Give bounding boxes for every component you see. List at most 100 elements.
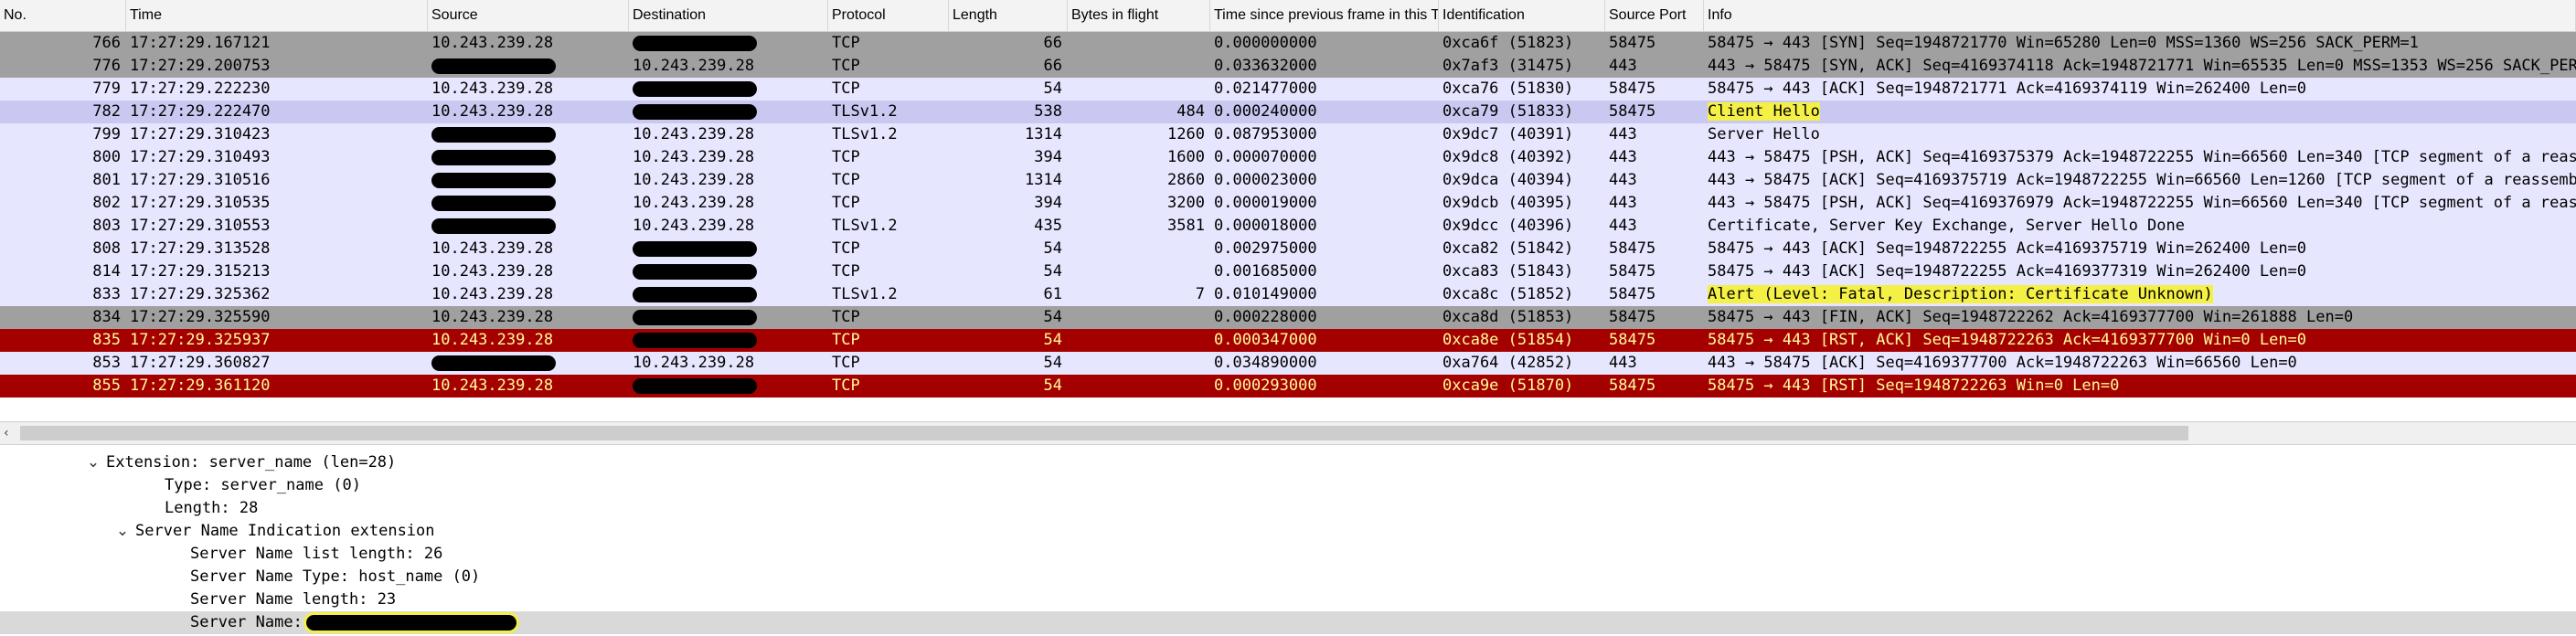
column-header-3[interactable]: Destination xyxy=(629,0,828,31)
column-header-4[interactable]: Protocol xyxy=(828,0,949,31)
cell-info: 58475 → 443 [RST, ACK] Seq=1948722263 Ac… xyxy=(1704,329,2576,352)
cell-len-text: 66 xyxy=(1043,57,1062,75)
cell-time-text: 17:27:29.310493 xyxy=(130,148,271,166)
column-header-1[interactable]: Time xyxy=(126,0,428,31)
detail-row[interactable]: ⌄ Server Name Indication extension xyxy=(0,520,2576,543)
chevron-down-icon[interactable]: ⌄ xyxy=(84,451,102,474)
cell-dst xyxy=(629,283,828,306)
cell-info: 443 → 58475 [PSH, ACK] Seq=4169375379 Ac… xyxy=(1704,146,2576,169)
redacted-address xyxy=(633,377,757,394)
cell-no: 833 xyxy=(0,283,126,306)
cell-tsp-text: 0.087953000 xyxy=(1214,125,1317,143)
cell-proto-text: TLSv1.2 xyxy=(832,102,898,121)
cell-info-text: 443 → 58475 [PSH, ACK] Seq=4169376979 Ac… xyxy=(1708,194,2576,212)
detail-row[interactable]: Type: server_name (0) xyxy=(0,474,2576,497)
packet-row[interactable]: 802 17:27:29.310535 10.243.239.28 TCP 394 320… xyxy=(0,192,2576,215)
packet-row[interactable]: 835 17:27:29.325937 10.243.239.28 TCP 54 0.00… xyxy=(0,329,2576,352)
cell-info-text: Alert (Level: Fatal, Description: Certif… xyxy=(1708,285,2213,303)
cell-proto-text: TLSv1.2 xyxy=(832,217,898,235)
cell-proto: TCP xyxy=(828,146,949,169)
cell-sport-text: 58475 xyxy=(1609,102,1656,121)
cell-proto: TLSv1.2 xyxy=(828,283,949,306)
packet-row[interactable]: 803 17:27:29.310553 10.243.239.28 TLSv1.2 43… xyxy=(0,215,2576,238)
cell-tsp-text: 0.000023000 xyxy=(1214,171,1317,189)
packet-row[interactable]: 833 17:27:29.325362 10.243.239.28 TLSv1.2 61… xyxy=(0,283,2576,306)
cell-bif: 484 xyxy=(1068,101,1210,123)
packet-row[interactable]: 814 17:27:29.315213 10.243.239.28 TCP 54 0.00… xyxy=(0,260,2576,283)
cell-len-text: 394 xyxy=(1034,148,1062,166)
cell-len-text: 61 xyxy=(1043,285,1062,303)
detail-row[interactable]: Server Name Type: host_name (0) xyxy=(0,566,2576,588)
column-header-10[interactable]: Info xyxy=(1704,0,2576,31)
cell-src: 10.243.239.28 xyxy=(428,238,629,260)
detail-row[interactable]: ⌄ Extension: server_name (len=28) xyxy=(0,451,2576,474)
cell-len: 54 xyxy=(949,352,1068,375)
packet-row[interactable]: 834 17:27:29.325590 10.243.239.28 TCP 54 0.00… xyxy=(0,306,2576,329)
packet-row[interactable]: 801 17:27:29.310516 10.243.239.28 TCP 1314 28… xyxy=(0,169,2576,192)
column-header-2[interactable]: Source xyxy=(428,0,629,31)
cell-tsp-text: 0.001685000 xyxy=(1214,262,1317,281)
cell-proto-text: TCP xyxy=(832,331,860,349)
cell-proto: TCP xyxy=(828,192,949,215)
cell-src: 10.243.239.28 xyxy=(428,32,629,55)
column-header-5[interactable]: Length xyxy=(949,0,1068,31)
cell-bif-text: 3581 xyxy=(1167,217,1205,235)
packet-row[interactable]: 776 17:27:29.200753 10.243.239.28 TCP 66 0.03… xyxy=(0,55,2576,78)
cell-tsp-text: 0.000240000 xyxy=(1214,102,1317,121)
redacted-address xyxy=(431,195,556,211)
cell-tsp: 0.002975000 xyxy=(1210,238,1439,260)
cell-sport-text: 58475 xyxy=(1609,285,1656,303)
packet-row[interactable]: 800 17:27:29.310493 10.243.239.28 TCP 394 160… xyxy=(0,146,2576,169)
packet-row[interactable]: 855 17:27:29.361120 10.243.239.28 TCP 54 0.00… xyxy=(0,375,2576,398)
cell-len: 66 xyxy=(949,55,1068,78)
packet-row[interactable]: 808 17:27:29.313528 10.243.239.28 TCP 54 0.00… xyxy=(0,238,2576,260)
horizontal-scrollbar[interactable]: ‹ xyxy=(0,421,2576,445)
cell-info: Alert (Level: Fatal, Description: Certif… xyxy=(1704,283,2576,306)
cell-tsp: 0.000019000 xyxy=(1210,192,1439,215)
cell-no-text: 833 xyxy=(92,285,121,303)
cell-id-text: 0xa764 (42852) xyxy=(1442,354,1574,372)
packet-row[interactable]: 799 17:27:29.310423 10.243.239.28 TLSv1.2 13… xyxy=(0,123,2576,146)
packet-list: 766 17:27:29.167121 10.243.239.28 TCP 66 0.00… xyxy=(0,32,2576,398)
column-header-6[interactable]: Bytes in flight xyxy=(1068,0,1210,31)
redacted-address xyxy=(633,103,757,120)
scroll-left-icon[interactable]: ‹ xyxy=(4,422,16,444)
cell-no-text: 782 xyxy=(92,102,121,121)
cell-tsp-text: 0.000000000 xyxy=(1214,34,1317,52)
packet-row[interactable]: 782 17:27:29.222470 10.243.239.28 TLSv1.2 53… xyxy=(0,101,2576,123)
cell-src: 10.243.239.28 xyxy=(428,329,629,352)
detail-row[interactable]: Server Name list length: 26 xyxy=(0,543,2576,566)
cell-proto: TCP xyxy=(828,32,949,55)
cell-id: 0x9dc7 (40391) xyxy=(1439,123,1605,146)
cell-proto-text: TCP xyxy=(832,354,860,372)
cell-sport: 443 xyxy=(1605,55,1704,78)
cell-dst: 10.243.239.28 xyxy=(629,55,828,78)
column-header-9[interactable]: Source Port xyxy=(1605,0,1704,31)
cell-time-text: 17:27:29.310535 xyxy=(130,194,271,212)
cell-sport-text: 58475 xyxy=(1609,331,1656,349)
cell-len-text: 54 xyxy=(1043,80,1062,98)
column-header-8[interactable]: Identification xyxy=(1439,0,1605,31)
cell-time-text: 17:27:29.222230 xyxy=(130,80,271,98)
cell-info-text: 58475 → 443 [RST, ACK] Seq=1948722263 Ac… xyxy=(1708,331,2307,349)
cell-proto-text: TCP xyxy=(832,262,860,281)
detail-row[interactable]: Server Name length: 23 xyxy=(0,588,2576,611)
cell-len: 54 xyxy=(949,329,1068,352)
column-header-0[interactable]: No. xyxy=(0,0,126,31)
packet-row[interactable]: 853 17:27:29.360827 10.243.239.28 TCP 54 0.03… xyxy=(0,352,2576,375)
cell-src-text: 10.243.239.28 xyxy=(431,331,554,349)
cell-dst: 10.243.239.28 xyxy=(629,192,828,215)
cell-info: Client Hello xyxy=(1704,101,2576,123)
cell-time-text: 17:27:29.222470 xyxy=(130,102,271,121)
cell-id: 0xca8c (51852) xyxy=(1439,283,1605,306)
cell-id-text: 0xca83 (51843) xyxy=(1442,262,1574,281)
packet-row[interactable]: 766 17:27:29.167121 10.243.239.28 TCP 66 0.00… xyxy=(0,32,2576,55)
scrollbar-thumb[interactable] xyxy=(20,426,2188,440)
cell-id-text: 0xca76 (51830) xyxy=(1442,80,1574,98)
cell-id: 0xca82 (51842) xyxy=(1439,238,1605,260)
chevron-down-icon[interactable]: ⌄ xyxy=(113,520,132,543)
detail-row[interactable]: Length: 28 xyxy=(0,497,2576,520)
detail-row[interactable]: Server Name: xyxy=(0,611,2576,634)
packet-row[interactable]: 779 17:27:29.222230 10.243.239.28 TCP 54 0.02… xyxy=(0,78,2576,101)
column-header-7[interactable]: Time since previous frame in this TCP xyxy=(1210,0,1439,31)
